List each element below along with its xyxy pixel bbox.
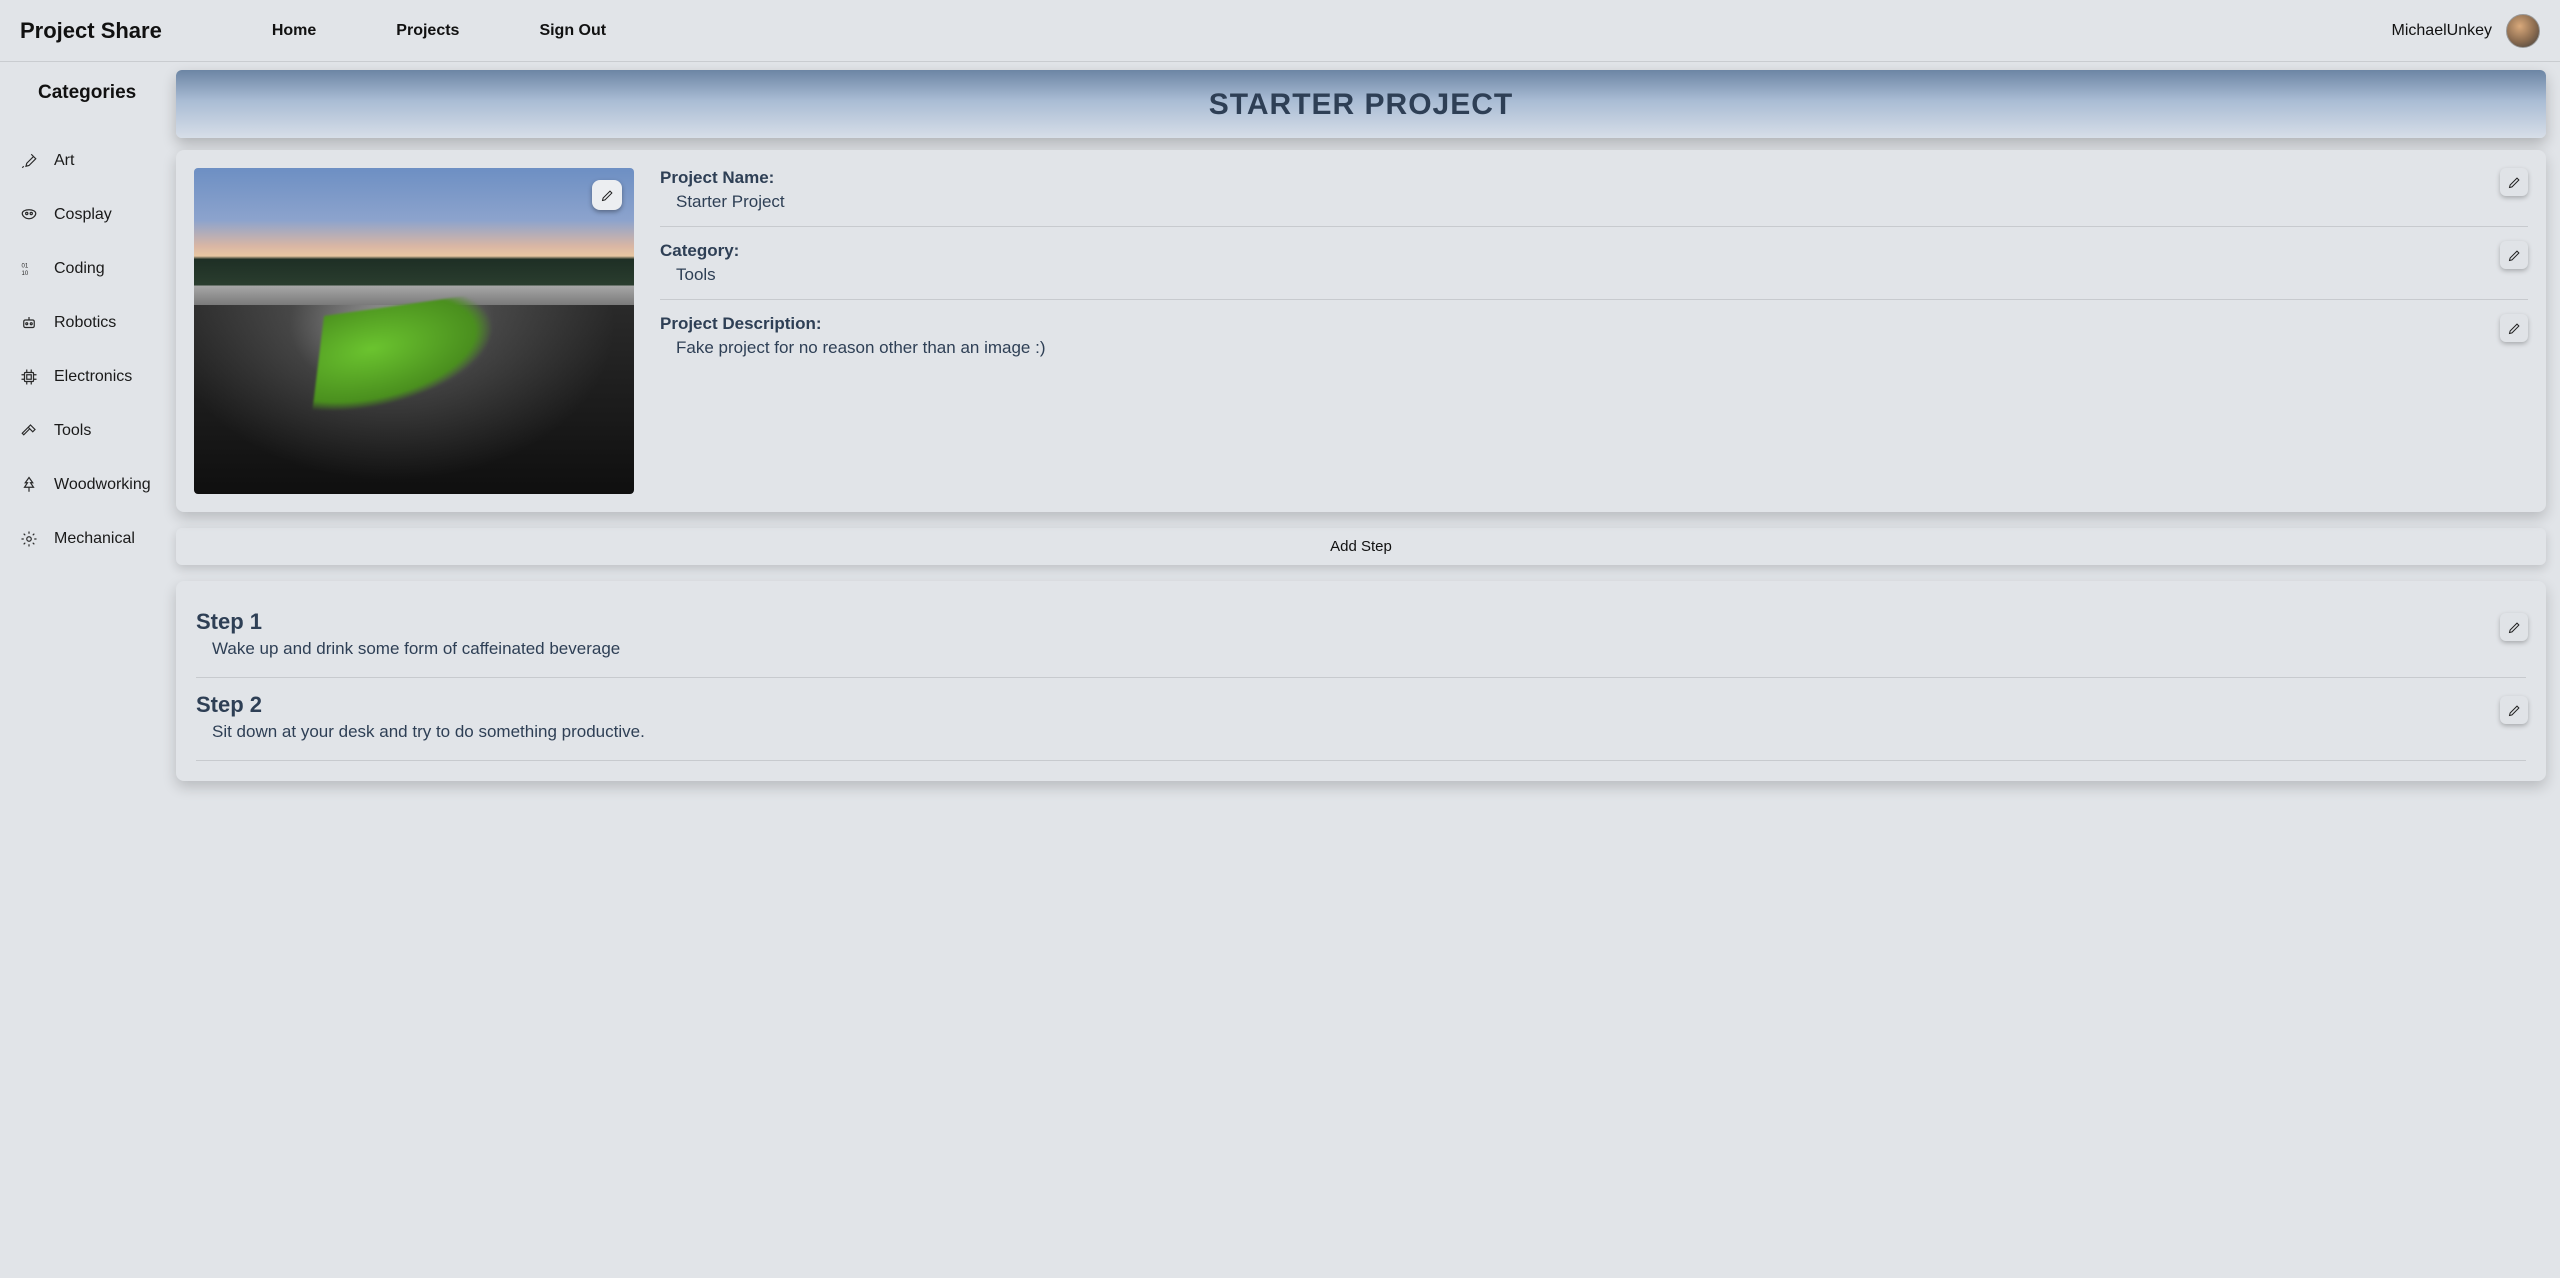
sidebar-item-label: Cosplay bbox=[54, 206, 112, 224]
sidebar-item-label: Robotics bbox=[54, 314, 116, 332]
category-list: Art Cosplay 0110 Coding Robotics Electro… bbox=[0, 134, 176, 566]
sidebar-item-tools[interactable]: Tools bbox=[0, 404, 176, 458]
edit-step-button[interactable] bbox=[2500, 613, 2528, 641]
sidebar-item-art[interactable]: Art bbox=[0, 134, 176, 188]
field-label: Project Name: bbox=[660, 168, 2528, 188]
sidebar: Categories Art Cosplay 0110 Coding Robot… bbox=[0, 62, 176, 1278]
main-content: STARTER PROJECT Project Name: Starter Pr… bbox=[176, 62, 2560, 1278]
gear-icon bbox=[20, 530, 38, 548]
field-label: Category: bbox=[660, 241, 2528, 261]
step-block: Step 1 Wake up and drink some form of ca… bbox=[196, 609, 2526, 678]
sidebar-item-coding[interactable]: 0110 Coding bbox=[0, 242, 176, 296]
tree-icon bbox=[20, 476, 38, 494]
project-fields: Project Name: Starter Project Category: … bbox=[660, 168, 2528, 494]
field-value: Tools bbox=[676, 265, 2528, 285]
page-title-banner: STARTER PROJECT bbox=[176, 70, 2546, 138]
field-description: Project Description: Fake project for no… bbox=[660, 314, 2528, 372]
svg-text:10: 10 bbox=[22, 271, 29, 277]
edit-image-button[interactable] bbox=[592, 180, 622, 210]
step-title: Step 1 bbox=[196, 609, 2526, 635]
nav-signout[interactable]: Sign Out bbox=[539, 22, 606, 40]
hammer-icon bbox=[20, 422, 38, 440]
robot-icon bbox=[20, 314, 38, 332]
sidebar-item-electronics[interactable]: Electronics bbox=[0, 350, 176, 404]
sidebar-item-label: Art bbox=[54, 152, 74, 170]
add-step-label: Add Step bbox=[1330, 538, 1392, 555]
field-project-name: Project Name: Starter Project bbox=[660, 168, 2528, 227]
sidebar-item-woodworking[interactable]: Woodworking bbox=[0, 458, 176, 512]
avatar[interactable] bbox=[2506, 14, 2540, 48]
field-category: Category: Tools bbox=[660, 241, 2528, 300]
sidebar-item-label: Coding bbox=[54, 260, 105, 278]
sidebar-item-label: Mechanical bbox=[54, 530, 135, 548]
step-text: Sit down at your desk and try to do some… bbox=[212, 722, 2526, 742]
sidebar-title: Categories bbox=[0, 82, 176, 114]
sidebar-item-label: Woodworking bbox=[54, 476, 151, 494]
sidebar-item-label: Electronics bbox=[54, 368, 132, 386]
edit-step-button[interactable] bbox=[2500, 696, 2528, 724]
field-value: Starter Project bbox=[676, 192, 2528, 212]
steps-card: Step 1 Wake up and drink some form of ca… bbox=[176, 581, 2546, 781]
username-label[interactable]: MichaelUnkey bbox=[2392, 22, 2492, 40]
sidebar-item-mechanical[interactable]: Mechanical bbox=[0, 512, 176, 566]
sidebar-item-cosplay[interactable]: Cosplay bbox=[0, 188, 176, 242]
nav-links: Home Projects Sign Out bbox=[272, 22, 606, 40]
edit-category-button[interactable] bbox=[2500, 241, 2528, 269]
svg-text:01: 01 bbox=[22, 264, 29, 270]
field-value: Fake project for no reason other than an… bbox=[676, 338, 2528, 358]
field-label: Project Description: bbox=[660, 314, 2528, 334]
page-title: STARTER PROJECT bbox=[176, 88, 2546, 122]
nav-home[interactable]: Home bbox=[272, 22, 316, 40]
nav-projects[interactable]: Projects bbox=[396, 22, 459, 40]
mask-icon bbox=[20, 206, 38, 224]
sidebar-item-label: Tools bbox=[54, 422, 91, 440]
binary-icon: 0110 bbox=[20, 260, 38, 278]
step-block: Step 2 Sit down at your desk and try to … bbox=[196, 692, 2526, 761]
edit-description-button[interactable] bbox=[2500, 314, 2528, 342]
sidebar-item-robotics[interactable]: Robotics bbox=[0, 296, 176, 350]
brush-icon bbox=[20, 152, 38, 170]
brand-title[interactable]: Project Share bbox=[20, 18, 162, 44]
chip-icon bbox=[20, 368, 38, 386]
step-title: Step 2 bbox=[196, 692, 2526, 718]
top-nav: Project Share Home Projects Sign Out Mic… bbox=[0, 0, 2560, 62]
step-text: Wake up and drink some form of caffeinat… bbox=[212, 639, 2526, 659]
project-image bbox=[194, 168, 634, 494]
edit-name-button[interactable] bbox=[2500, 168, 2528, 196]
add-step-button[interactable]: Add Step bbox=[176, 528, 2546, 565]
project-info-card: Project Name: Starter Project Category: … bbox=[176, 150, 2546, 512]
